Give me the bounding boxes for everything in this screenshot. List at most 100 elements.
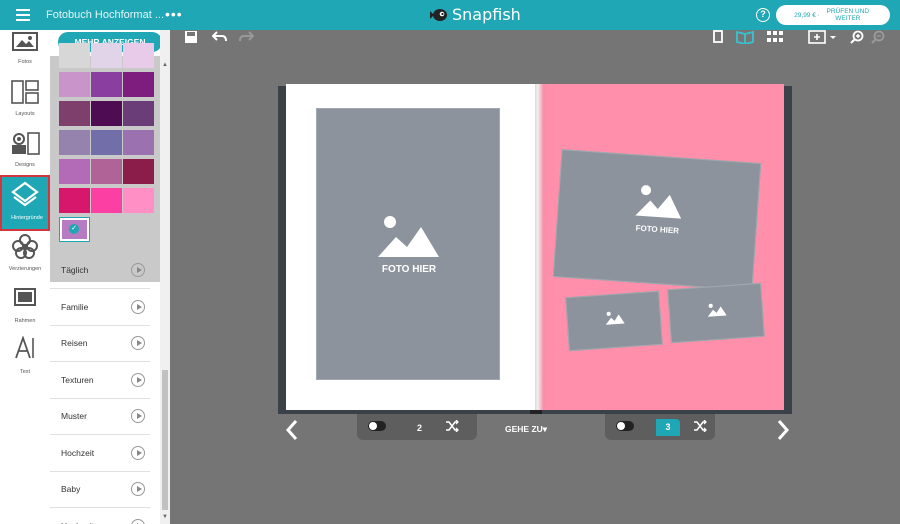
play-circle-icon[interactable] xyxy=(131,518,145,524)
document-title[interactable]: Fotobuch Hochformat ... xyxy=(46,9,164,21)
image-placeholder-icon xyxy=(378,216,439,257)
menu-icon[interactable] xyxy=(16,9,30,21)
shuffle-icon[interactable] xyxy=(693,420,707,432)
category-item[interactable]: Familie xyxy=(50,290,150,326)
color-swatch[interactable] xyxy=(123,101,154,126)
undo-icon[interactable] xyxy=(212,30,228,44)
selected-swatch[interactable]: ✓ xyxy=(59,217,90,242)
backgrounds-panel: MEHR ANZEIGEN ✓ Täglich Familie Reisen Text… xyxy=(50,30,160,524)
text-icon xyxy=(15,336,34,359)
image-placeholder-icon xyxy=(707,303,727,317)
play-circle-icon[interactable] xyxy=(131,445,145,460)
right-page-controls: 3 xyxy=(605,414,715,440)
play-circle-icon[interactable] xyxy=(131,482,145,496)
add-page-dropdown-icon[interactable] xyxy=(808,30,838,44)
save-icon[interactable] xyxy=(184,30,198,44)
rail-item-layouts[interactable]: Layouts xyxy=(0,78,50,128)
photo-placeholder[interactable]: FOTO HIER xyxy=(552,149,762,291)
rail-item-embellishments[interactable]: Verzierungen xyxy=(0,233,50,283)
category-item[interactable]: Reisen xyxy=(50,326,150,362)
category-label: Hochzeit xyxy=(61,447,95,458)
snapfish-logo: Snapfish xyxy=(428,5,521,24)
page-toggle-switch[interactable] xyxy=(368,421,386,431)
rail-item-backgrounds[interactable]: Hintergründe xyxy=(0,175,50,231)
spine-marker xyxy=(530,410,542,414)
color-swatch[interactable] xyxy=(123,159,154,184)
rail-label: Text xyxy=(19,369,31,375)
color-swatch[interactable] xyxy=(91,101,122,126)
photo-placeholder-small[interactable] xyxy=(667,282,765,344)
play-circle-icon[interactable] xyxy=(131,336,145,350)
left-page-controls: 2 xyxy=(357,414,477,440)
next-page-arrow-icon[interactable] xyxy=(775,418,791,442)
more-options-icon[interactable]: ••• xyxy=(165,6,183,22)
zoom-out-icon[interactable] xyxy=(871,30,885,44)
category-label: Muster xyxy=(61,411,87,421)
spread-view-icon[interactable] xyxy=(736,30,754,44)
right-page[interactable]: FOTO HIER xyxy=(537,84,784,410)
color-swatch[interactable] xyxy=(59,188,90,213)
scroll-down-icon[interactable]: ▼ xyxy=(162,514,168,520)
color-swatch[interactable] xyxy=(91,72,122,97)
category-label: Baby xyxy=(61,484,81,494)
category-label: Täglich xyxy=(61,265,89,275)
redo-icon[interactable] xyxy=(238,30,254,44)
color-swatch[interactable] xyxy=(59,72,90,97)
color-swatch[interactable] xyxy=(91,159,122,184)
book-spine xyxy=(535,84,549,410)
color-swatch[interactable] xyxy=(123,72,154,97)
go-to-page-dropdown[interactable]: GEHE ZU▾ xyxy=(505,424,547,435)
page-number[interactable]: 2 xyxy=(417,423,422,433)
category-item[interactable]: Baby xyxy=(50,472,150,508)
category-item[interactable]: Hochzeit xyxy=(50,509,150,524)
rail-item-frames[interactable]: Rahmen xyxy=(0,285,50,335)
category-item[interactable]: Texturen xyxy=(50,363,150,399)
photo-placeholder-label: FOTO HIER xyxy=(635,223,680,236)
image-placeholder-icon xyxy=(605,311,625,325)
rail-label: Layouts xyxy=(15,111,35,117)
play-circle-icon[interactable] xyxy=(131,409,145,423)
layouts-icon xyxy=(11,80,39,104)
panel-scrollbar[interactable]: ▲ ▼ xyxy=(160,30,170,524)
photo-placeholder[interactable]: FOTO HIER xyxy=(316,108,500,380)
editor-toolbar xyxy=(170,30,900,46)
color-swatch[interactable] xyxy=(123,130,154,155)
scroll-up-icon[interactable]: ▲ xyxy=(162,62,168,68)
color-swatch[interactable] xyxy=(59,159,90,184)
photo-placeholder-small[interactable] xyxy=(565,290,663,352)
color-swatch[interactable] xyxy=(59,43,90,68)
page-toggle-switch[interactable] xyxy=(616,421,634,431)
left-page[interactable]: FOTO HIER xyxy=(286,84,537,410)
color-swatch[interactable] xyxy=(91,43,122,68)
help-icon[interactable]: ? xyxy=(756,8,770,22)
category-item[interactable]: Hochzeit xyxy=(50,436,150,472)
rail-label: Designs xyxy=(15,162,35,168)
shuffle-icon[interactable] xyxy=(445,420,459,432)
play-circle-icon[interactable] xyxy=(131,263,145,277)
check-and-continue-label: PRÜFEN UND WEITER xyxy=(826,8,870,22)
color-swatch[interactable] xyxy=(59,101,90,126)
single-page-view-icon[interactable] xyxy=(712,30,724,44)
color-swatch[interactable] xyxy=(123,188,154,213)
previous-page-arrow-icon[interactable] xyxy=(284,418,300,442)
rail-item-photos[interactable]: Fotos xyxy=(0,26,50,76)
rail-item-designs[interactable]: Designs xyxy=(0,129,50,179)
rail-label: Verzierungen xyxy=(8,266,42,272)
page-number-active[interactable]: 3 xyxy=(656,419,680,436)
check-and-continue-button[interactable]: 29,99 € · PRÜFEN UND WEITER xyxy=(776,5,890,25)
color-swatch[interactable] xyxy=(123,43,154,68)
category-item[interactable]: Muster xyxy=(50,399,150,435)
photo-placeholder-label: FOTO HIER xyxy=(381,264,437,275)
grid-view-icon[interactable] xyxy=(766,30,784,44)
color-swatch[interactable] xyxy=(59,130,90,155)
color-swatch[interactable] xyxy=(91,130,122,155)
play-circle-icon[interactable] xyxy=(131,299,145,314)
rail-item-text[interactable]: Text xyxy=(0,336,50,386)
play-circle-icon[interactable] xyxy=(131,372,145,387)
go-to-label: GEHE ZU xyxy=(505,424,543,434)
category-item[interactable]: Täglich xyxy=(50,253,150,289)
scrollbar-thumb[interactable] xyxy=(162,370,168,510)
color-swatch[interactable] xyxy=(91,188,122,213)
zoom-in-icon[interactable] xyxy=(850,30,864,44)
chevron-down-icon: ▾ xyxy=(542,424,548,434)
